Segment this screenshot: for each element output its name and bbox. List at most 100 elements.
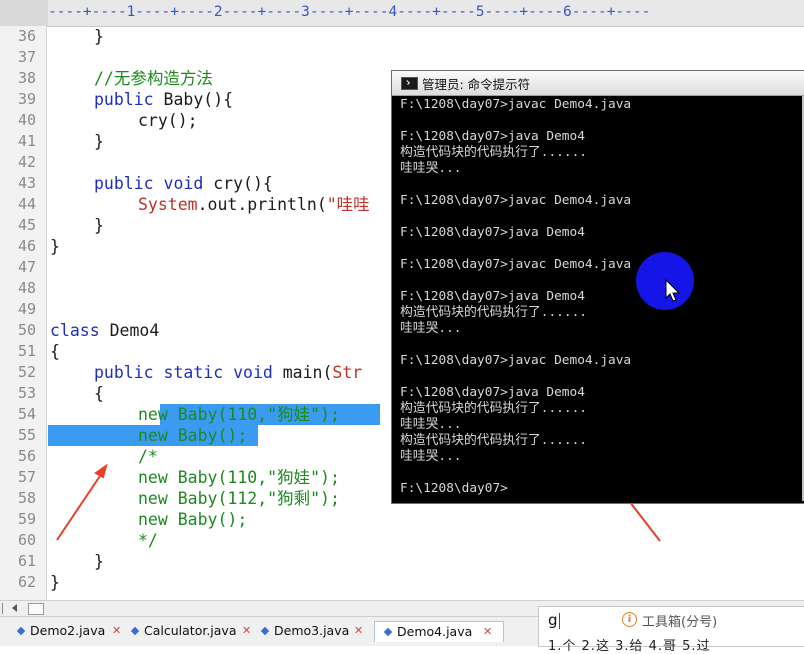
line-number-gutter: 36 37 38 39 40 41 42 43 44 45 46 47 48 49 50 51 52 53 54 55… [0,26,47,600]
cmd-titlebar[interactable]: 管理员: 命令提示符 [392,71,804,96]
code-token: } [94,27,104,46]
line-number: 42 [17,153,36,171]
tab-calculator[interactable]: Calculator.java ✕ [130,621,251,641]
code-token: .out.println( [197,195,327,214]
line-number: 37 [17,48,36,66]
code-token: "哇哇 [326,195,370,214]
code-token: } [50,573,60,592]
code-line[interactable]: public void cry(){ [94,173,273,194]
code-token: class [50,321,100,340]
scroll-thumb[interactable] [28,603,44,615]
line-number: 46 [17,237,36,255]
code-token: Baby(110,"狗娃"); [167,405,340,424]
code-line[interactable]: public static void main(Str [94,362,362,383]
line-number: 47 [17,258,36,276]
line-number: 38 [17,69,36,87]
code-token: new Baby(110,"狗娃"); [138,468,340,487]
close-icon[interactable]: ✕ [112,621,121,641]
code-line[interactable]: /* [138,446,158,467]
code-token: } [50,237,60,256]
code-line[interactable]: { [94,383,104,404]
line-number: 60 [17,531,36,549]
line-number: 59 [17,510,36,528]
console-line: 构造代码块的代码执行了...... [400,145,587,160]
code-line[interactable]: new Baby(110,"狗娃"); [138,467,340,488]
line-number: 52 [17,363,36,381]
code-token: //无参构造方法 [94,69,213,88]
code-token: } [94,132,104,151]
line-number: 53 [17,384,36,402]
code-line[interactable]: } [94,26,104,47]
ime-composition: g [548,611,558,629]
console-line: F:\1208\day07>java Demo4 [400,289,585,304]
console-line: F:\1208\day07>javac Demo4.java [400,257,632,272]
line-number: 50 [17,321,36,339]
java-file-icon [16,626,26,636]
code-token: { [50,342,60,361]
tab-demo2[interactable]: Demo2.java ✕ [16,621,121,641]
code-token: /* [138,447,158,466]
ime-candidate-window[interactable]: g i 工具箱(分号) 1.个 2.这 3.给 4.哥 5.过 [538,606,804,654]
console-line: 构造代码块的代码执行了...... [400,433,587,448]
code-line[interactable]: } [94,215,104,236]
code-line[interactable]: } [50,236,60,257]
code-line[interactable]: new Baby(); [138,509,247,530]
line-number: 58 [17,489,36,507]
code-line[interactable]: } [94,551,104,572]
line-number: 62 [17,573,36,591]
code-token: cry(); [138,111,198,130]
code-line[interactable]: //无参构造方法 [94,68,213,89]
tab-demo4[interactable]: Demo4.java ✕ [374,621,504,642]
tab-demo3[interactable]: Demo3.java ✕ [260,621,363,641]
console-line: F:\1208\day07>java Demo4 [400,385,585,400]
code-token: new [138,426,168,445]
code-line[interactable]: { [50,341,60,362]
close-icon[interactable]: ✕ [242,621,251,641]
code-token: Baby(); [167,426,248,445]
ime-caret [559,613,560,629]
console-line: 哇哇哭... [400,321,462,336]
scroll-divider [2,603,3,614]
code-token: } [94,552,104,571]
code-token: public static void [94,363,273,382]
code-line[interactable]: } [50,572,60,593]
code-line[interactable]: new Baby(); [138,425,247,446]
code-token: public void [94,174,204,193]
console-output[interactable]: F:\1208\day07>javac Demo4.java F:\1208\da… [400,97,800,497]
code-line[interactable]: cry(); [138,110,198,131]
code-line[interactable]: new Baby(110,"狗娃"); [138,404,340,425]
line-number: 41 [17,132,36,150]
console-line: 哇哇哭... [400,161,462,176]
code-token: */ [138,531,158,550]
console-line: F:\1208\day07>java Demo4 [400,225,585,240]
code-line[interactable]: public Baby(){ [94,89,233,110]
close-icon[interactable]: ✕ [354,621,363,641]
ruler-marks: ----+----1----+----2----+----3----+----4… [48,4,651,20]
code-token: Demo4 [99,321,160,340]
code-line[interactable]: System.out.println("哇哇 [138,194,370,215]
line-number: 49 [17,300,36,318]
toolbox-icon[interactable]: i [622,612,637,627]
code-token: cry(){ [203,174,273,193]
mouse-cursor-highlight [636,252,694,310]
pointer-icon [665,278,681,302]
line-number: 40 [17,111,36,129]
command-prompt-window[interactable]: 管理员: 命令提示符 F:\1208\day07>javac Demo4.jav… [391,70,804,504]
ime-toolbox[interactable]: 工具箱(分号) [642,611,717,630]
code-token: System [138,195,198,214]
code-token: main( [272,363,333,382]
scroll-left-icon[interactable] [10,603,19,613]
code-line[interactable]: */ [138,530,158,551]
code-line[interactable]: class Demo4 [50,320,159,341]
code-token: new [138,405,168,424]
code-line[interactable]: new Baby(112,"狗剩"); [138,488,340,509]
close-icon[interactable]: ✕ [483,622,492,642]
line-number: 61 [17,552,36,570]
console-line: F:\1208\day07>javac Demo4.java [400,193,632,208]
java-file-icon [260,626,270,636]
code-line[interactable]: } [94,131,104,152]
